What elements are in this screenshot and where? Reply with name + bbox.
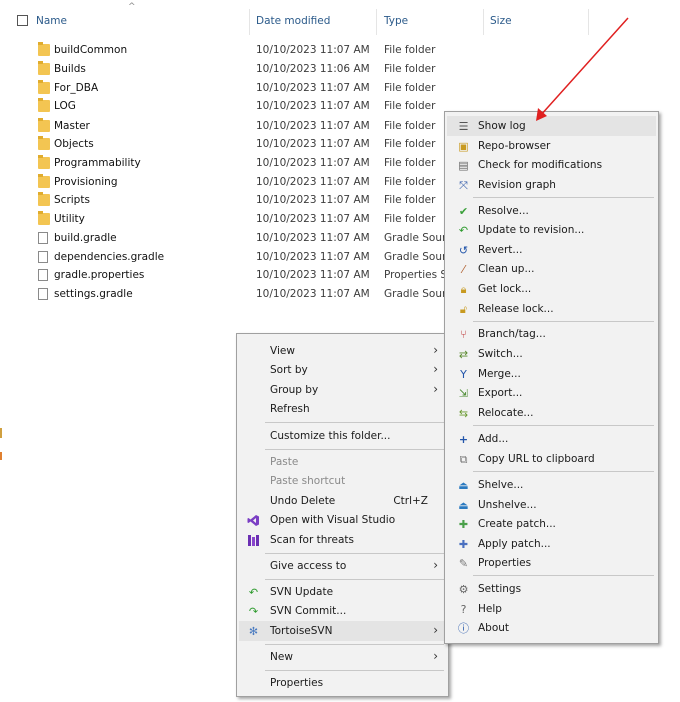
annotation-arrow-icon xyxy=(536,17,629,121)
